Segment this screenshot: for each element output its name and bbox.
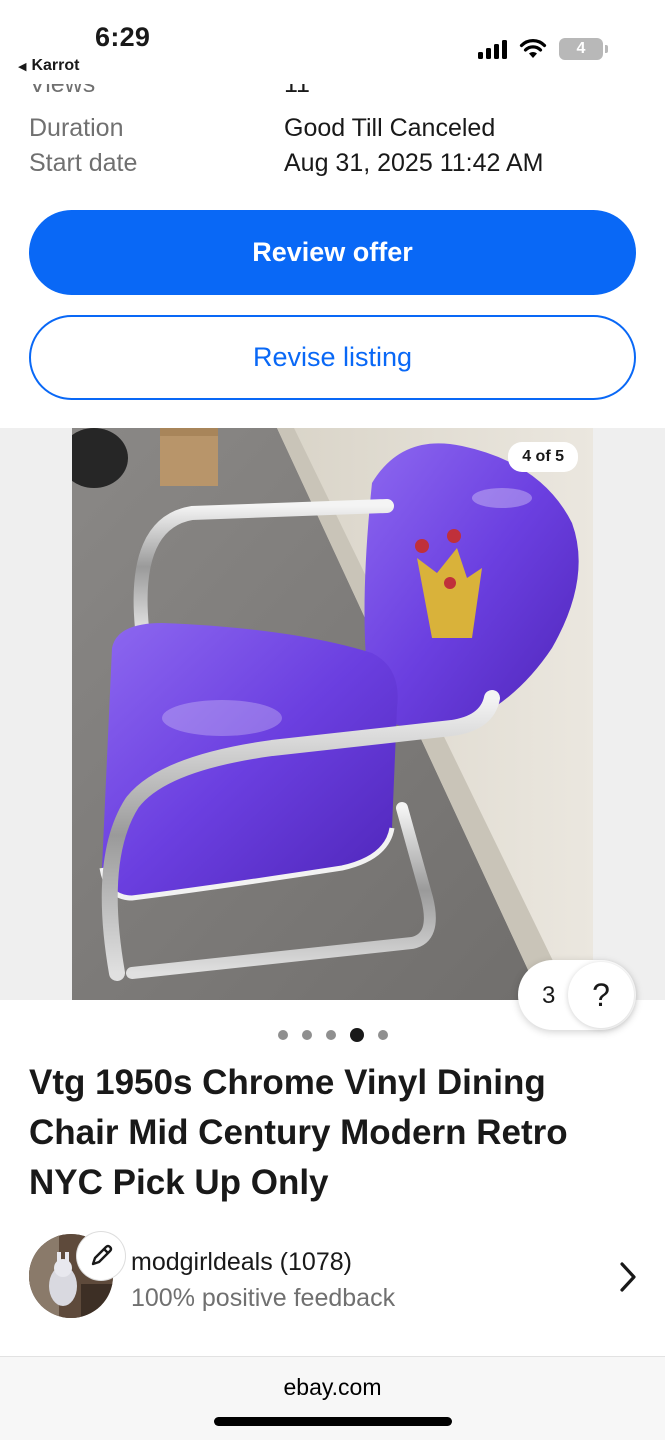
detail-key: Start date xyxy=(29,149,138,177)
image-counter: 4 of 5 xyxy=(508,442,578,472)
wifi-icon xyxy=(519,39,547,58)
status-bar: 6:29 ◀ Karrot 4 xyxy=(0,0,665,84)
seller-feedback: 100% positive feedback xyxy=(131,1284,396,1312)
listing-photo[interactable]: 4 of 5 xyxy=(72,428,593,1000)
edit-avatar-button[interactable] xyxy=(77,1232,125,1280)
image-gallery[interactable]: 4 of 5 xyxy=(0,428,665,1000)
battery-icon: 4 xyxy=(559,38,608,60)
pagination-dot[interactable] xyxy=(277,1030,288,1040)
back-to-app-button[interactable]: ◀ Karrot xyxy=(18,57,79,75)
browser-bar: ebay.com xyxy=(0,1356,665,1440)
clock: 6:29 xyxy=(95,22,151,52)
back-triangle-icon: ◀ xyxy=(18,60,27,73)
revise-listing-button[interactable]: Revise listing xyxy=(29,315,636,400)
detail-value: Aug 31, 2025 11:42 AM xyxy=(284,149,544,177)
home-indicator[interactable] xyxy=(214,1417,452,1426)
seller-name: modgirldeals (1078) xyxy=(131,1248,352,1276)
detail-key: Duration xyxy=(29,114,124,142)
pagination-dot[interactable] xyxy=(325,1030,336,1040)
help-count: 3 xyxy=(542,982,556,1009)
help-button[interactable]: 3 ? xyxy=(518,960,636,1030)
status-icons: 4 xyxy=(478,38,608,60)
gallery-pagination xyxy=(0,1028,665,1042)
question-icon[interactable]: ? xyxy=(568,962,634,1028)
pagination-dot[interactable] xyxy=(377,1030,388,1040)
battery-level: 4 xyxy=(576,40,586,57)
seller-row[interactable]: modgirldeals (1078) 100% positive feedba… xyxy=(29,1232,639,1322)
review-offer-button[interactable]: Review offer xyxy=(29,210,636,295)
chevron-right-icon[interactable] xyxy=(617,1260,639,1294)
url-display[interactable]: ebay.com xyxy=(0,1374,665,1401)
detail-value: Good Till Canceled xyxy=(284,114,496,142)
chair-photo-illustration xyxy=(72,428,593,1000)
pagination-dot-active[interactable] xyxy=(349,1028,364,1042)
cellular-signal-icon xyxy=(478,39,507,59)
pencil-icon xyxy=(91,1244,113,1266)
back-app-label: Karrot xyxy=(31,57,80,74)
pagination-dot[interactable] xyxy=(301,1030,312,1040)
listing-title: Vtg 1950s Chrome Vinyl Dining Chair Mid … xyxy=(29,1063,568,1202)
